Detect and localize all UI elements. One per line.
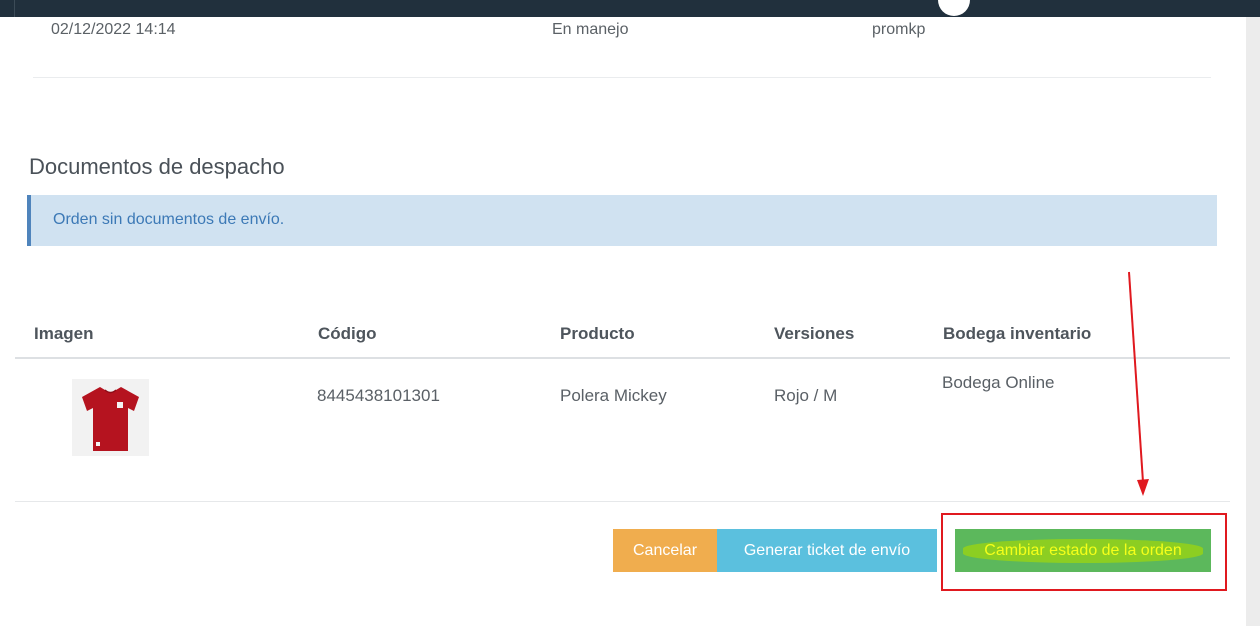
column-header-versiones: Versiones xyxy=(774,324,855,343)
table-cell-codigo: 8445438101301 xyxy=(317,386,440,405)
top-navbar xyxy=(0,0,1260,17)
navbar-divider xyxy=(14,0,15,17)
change-order-status-label: Cambiar estado de la orden xyxy=(984,541,1182,559)
no-documents-alert: Orden sin documentos de envío. xyxy=(27,195,1217,246)
divider xyxy=(33,77,1211,78)
table-cell-bodega: Bodega Online xyxy=(942,373,1055,392)
table-row-divider xyxy=(15,501,1230,502)
column-header-codigo: Código xyxy=(318,324,377,343)
history-status: En manejo xyxy=(552,21,629,38)
column-header-bodega: Bodega inventario xyxy=(943,324,1092,343)
table-cell-producto: Polera Mickey xyxy=(560,386,667,405)
scrollbar[interactable] xyxy=(1246,17,1260,626)
avatar[interactable] xyxy=(938,0,970,16)
product-thumbnail[interactable] xyxy=(72,379,149,456)
dispatch-documents-title: Documentos de despacho xyxy=(29,154,285,179)
history-date: 02/12/2022 14:14 xyxy=(51,21,176,38)
table-cell-version: Rojo / M xyxy=(774,386,838,405)
column-header-imagen: Imagen xyxy=(34,324,94,343)
column-header-producto: Producto xyxy=(560,324,635,343)
history-user: promkp xyxy=(872,21,926,38)
generate-ticket-button[interactable]: Generar ticket de envío xyxy=(717,529,937,572)
alert-text: Orden sin documentos de envío. xyxy=(53,211,285,228)
cancel-button[interactable]: Cancelar xyxy=(613,529,717,572)
red-tshirt-image xyxy=(82,387,139,451)
table-header-divider xyxy=(15,357,1230,359)
